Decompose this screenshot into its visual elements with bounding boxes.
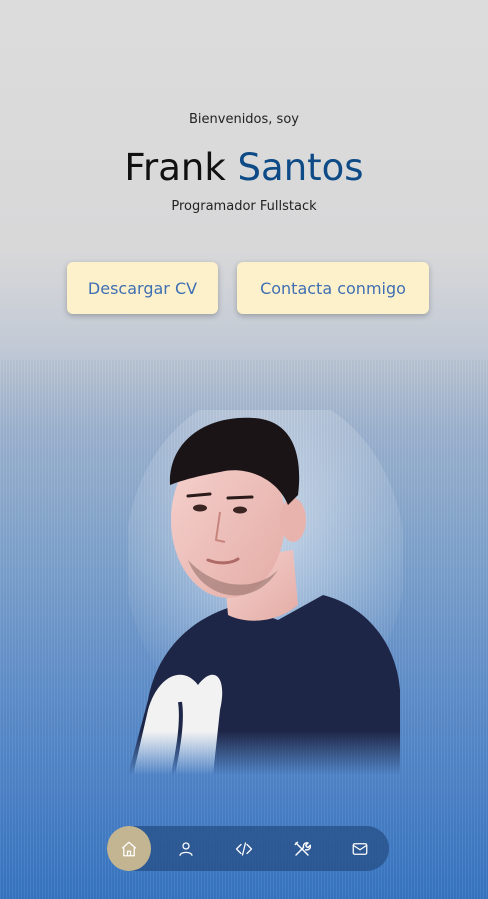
code-icon — [235, 841, 253, 856]
contact-button[interactable]: Contacta conmigo — [237, 262, 429, 314]
nav-home[interactable] — [107, 826, 152, 871]
hero-intro: Bienvenidos, soy Frank Santos Programado… — [0, 112, 488, 214]
nav-projects[interactable] — [215, 826, 273, 871]
first-name: Frank — [124, 146, 226, 189]
profile-photo — [128, 410, 403, 775]
role-text: Programador Fullstack — [171, 199, 317, 214]
nav-about[interactable] — [157, 826, 215, 871]
nav-contact[interactable] — [331, 826, 389, 871]
mail-icon — [352, 842, 368, 855]
greeting-text: Bienvenidos, soy — [189, 112, 299, 127]
user-icon — [179, 841, 193, 856]
tools-icon — [294, 841, 312, 856]
home-icon — [121, 841, 137, 856]
last-name: Santos — [237, 146, 364, 189]
download-cv-button[interactable]: Descargar CV — [67, 262, 218, 314]
hero-name: Frank Santos — [0, 146, 488, 190]
nav-skills[interactable] — [273, 826, 331, 871]
bottom-nav — [107, 826, 389, 871]
